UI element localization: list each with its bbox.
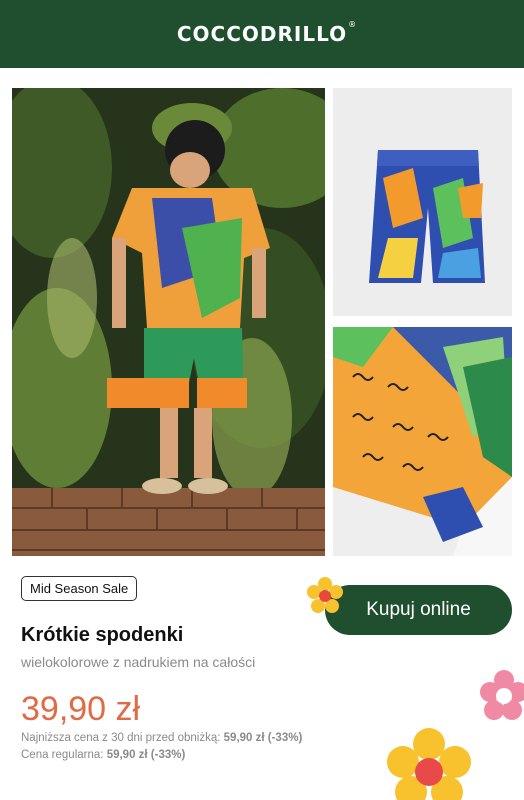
regular-price-label: Cena regularna: bbox=[21, 749, 104, 761]
product-description: wielokolorowe z nadrukiem na całości bbox=[21, 654, 256, 670]
product-photo-flat[interactable] bbox=[333, 88, 512, 316]
lowest-price-label: Najniższa cena z 30 dni przed obniżką: bbox=[21, 732, 221, 744]
buy-online-button[interactable]: Kupuj online bbox=[325, 585, 512, 635]
regular-price-value: 59,90 zł (-33%) bbox=[106, 749, 186, 761]
product-photo-model[interactable] bbox=[12, 88, 325, 556]
sale-badge: Mid Season Sale bbox=[21, 576, 138, 601]
trademark-mark: ® bbox=[348, 20, 358, 29]
lowest-price-value: 59,90 zł (-33%) bbox=[223, 732, 303, 744]
shorts-flat-illustration bbox=[333, 88, 512, 316]
product-price: 39,90 zł bbox=[21, 690, 141, 728]
regular-price-info: Cena regularna: 59,90 zł (-33%) bbox=[21, 749, 185, 761]
flower-yellow-icon bbox=[387, 728, 471, 800]
header-bar: COCCODRILLO ® bbox=[0, 0, 524, 68]
flower-icon bbox=[307, 577, 343, 613]
product-photo-detail[interactable] bbox=[333, 327, 512, 556]
brand-name: COCCODRILLO bbox=[176, 22, 348, 46]
fabric-detail-illustration bbox=[333, 327, 512, 556]
model-photo-illustration bbox=[12, 88, 325, 556]
brand-logo[interactable]: COCCODRILLO ® bbox=[176, 20, 356, 46]
product-title: Krótkie spodenki bbox=[21, 624, 184, 646]
lowest-price-info: Najniższa cena z 30 dni przed obniżką: 5… bbox=[21, 732, 302, 744]
flower-pink-icon bbox=[480, 670, 524, 720]
